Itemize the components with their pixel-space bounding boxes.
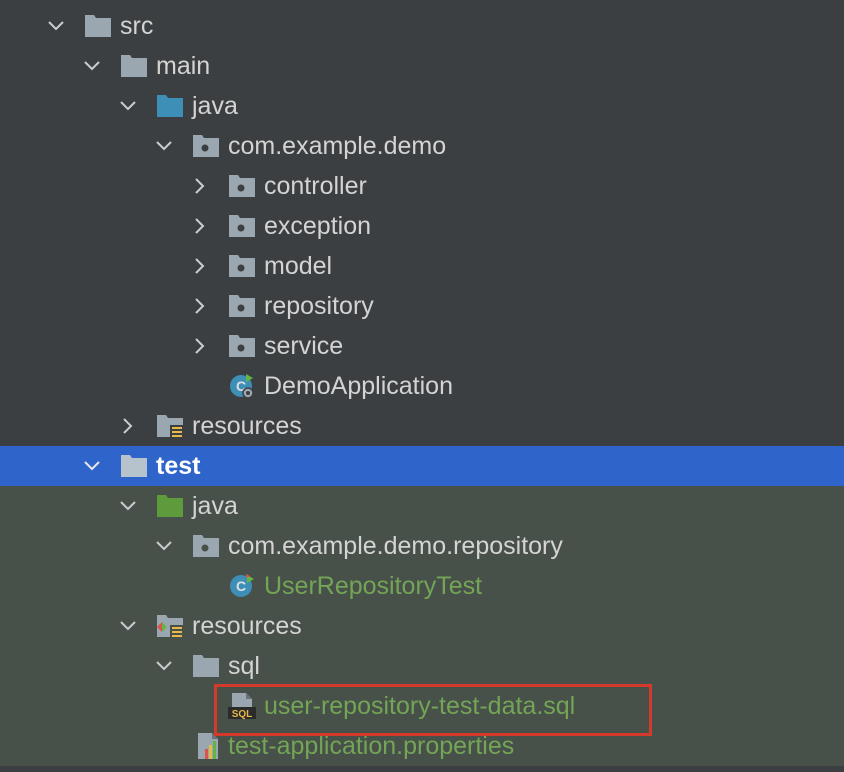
tree-node-label: resources <box>192 412 302 440</box>
tree-node-test-package[interactable]: com.example.demo.repository <box>0 526 844 566</box>
tree-node-controller[interactable]: controller <box>0 166 844 206</box>
chevron-right-icon[interactable] <box>190 336 210 356</box>
tree-node-label: resources <box>192 612 302 640</box>
tree-node-main[interactable]: main <box>0 46 844 86</box>
tree-node-test[interactable]: test <box>0 446 844 486</box>
chevron-down-icon[interactable] <box>118 496 138 516</box>
tree-node-label: main <box>156 52 211 80</box>
tree-node-src[interactable]: src <box>0 6 844 46</box>
test-class-icon: C <box>228 573 256 599</box>
chevron-down-icon[interactable] <box>46 16 66 36</box>
chevron-down-icon[interactable] <box>154 136 174 156</box>
chevron-right-icon[interactable] <box>190 216 210 236</box>
chevron-down-icon[interactable] <box>118 96 138 116</box>
tree-node-label: UserRepositoryTest <box>264 572 483 600</box>
tree-node-label: repository <box>264 292 374 320</box>
tree-node-label: user-repository-test-data.sql <box>264 692 576 720</box>
tree-node-model[interactable]: model <box>0 246 844 286</box>
tree-node-label: exception <box>264 212 372 240</box>
tree-node-repository[interactable]: repository <box>0 286 844 326</box>
tree-node-properties-file[interactable]: test-application.properties <box>0 726 844 766</box>
svg-text:C: C <box>236 578 246 594</box>
folder-icon <box>84 13 112 39</box>
chevron-right-icon[interactable] <box>190 256 210 276</box>
chevron-down-icon[interactable] <box>154 656 174 676</box>
folder-icon <box>120 53 148 79</box>
folder-icon <box>120 453 148 479</box>
test-source-root-folder-icon <box>156 493 184 519</box>
tree-node-main-resources[interactable]: resources <box>0 406 844 446</box>
package-icon <box>192 133 220 159</box>
tree-node-main-java[interactable]: java <box>0 86 844 126</box>
chevron-down-icon[interactable] <box>82 456 102 476</box>
properties-file-icon <box>194 733 222 759</box>
tree-node-label: com.example.demo.repository <box>228 532 563 560</box>
package-icon <box>228 333 256 359</box>
tree-node-label: com.example.demo <box>228 132 447 160</box>
package-icon <box>228 253 256 279</box>
sql-badge: SQL <box>232 709 253 719</box>
source-root-folder-icon <box>156 93 184 119</box>
tree-node-test-java[interactable]: java <box>0 486 844 526</box>
project-tree: src main java com.example.demo controlle… <box>0 0 844 772</box>
tree-node-exception[interactable]: exception <box>0 206 844 246</box>
tree-node-label: service <box>264 332 344 360</box>
tree-node-package[interactable]: com.example.demo <box>0 126 844 166</box>
test-resources-folder-icon <box>156 613 184 639</box>
package-icon <box>192 533 220 559</box>
chevron-right-icon[interactable] <box>190 296 210 316</box>
spring-boot-class-icon: C <box>228 373 256 399</box>
chevron-right-icon[interactable] <box>190 176 210 196</box>
tree-node-label: test <box>156 452 201 480</box>
tree-node-sql-file[interactable]: SQL user-repository-test-data.sql <box>0 686 844 726</box>
package-icon <box>228 173 256 199</box>
tree-node-demo-application[interactable]: C DemoApplication <box>0 366 844 406</box>
sql-file-icon: SQL <box>228 693 256 719</box>
tree-node-user-repository-test[interactable]: C UserRepositoryTest <box>0 566 844 606</box>
tree-node-service[interactable]: service <box>0 326 844 366</box>
tree-node-label: DemoApplication <box>264 372 453 400</box>
tree-node-label: sql <box>228 652 260 680</box>
folder-icon <box>192 653 220 679</box>
chevron-right-icon[interactable] <box>118 416 138 436</box>
chevron-down-icon[interactable] <box>118 616 138 636</box>
tree-node-label: src <box>120 12 154 40</box>
package-icon <box>228 293 256 319</box>
tree-node-test-resources[interactable]: resources <box>0 606 844 646</box>
tree-node-label: java <box>192 92 238 120</box>
tree-node-label: model <box>264 252 333 280</box>
resources-folder-icon <box>156 413 184 439</box>
chevron-down-icon[interactable] <box>82 56 102 76</box>
tree-node-label: java <box>192 492 238 520</box>
tree-node-label: controller <box>264 172 367 200</box>
package-icon <box>228 213 256 239</box>
chevron-down-icon[interactable] <box>154 536 174 556</box>
tree-node-sql-folder[interactable]: sql <box>0 646 844 686</box>
tree-node-label: test-application.properties <box>228 732 515 760</box>
bottom-edge <box>0 766 844 772</box>
